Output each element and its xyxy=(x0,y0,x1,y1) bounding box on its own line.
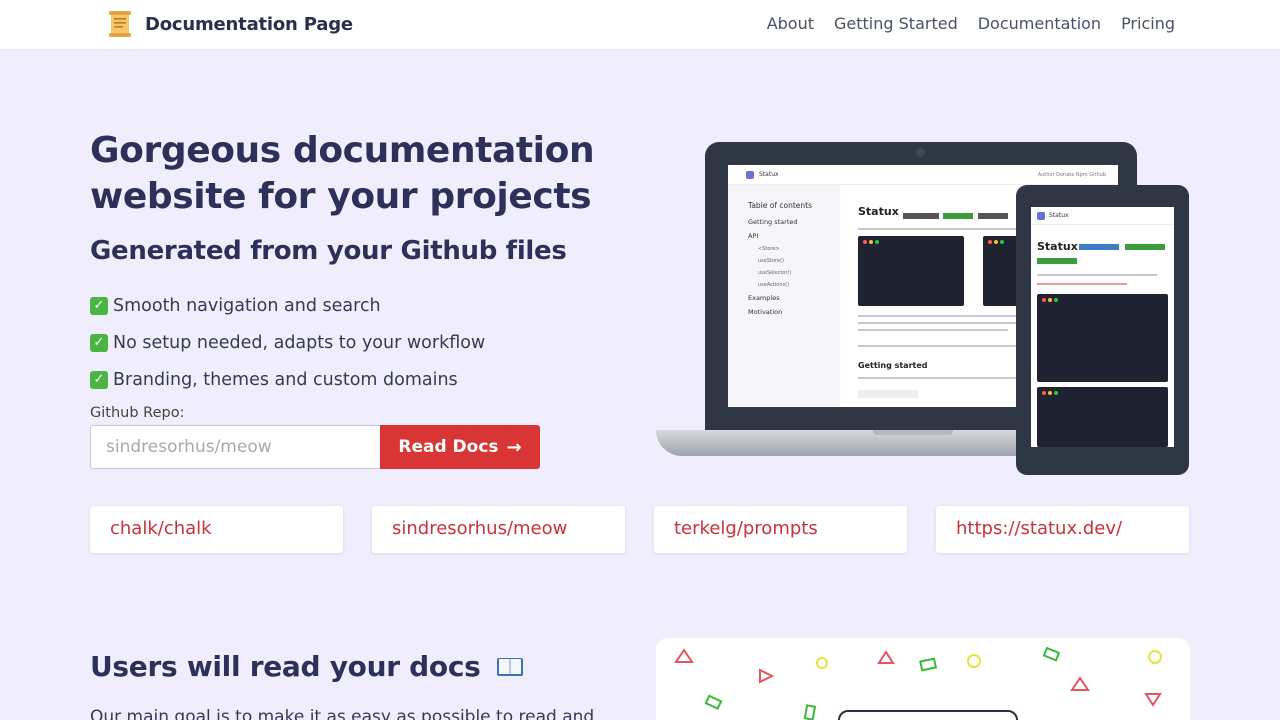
mock-text-line xyxy=(1037,274,1157,276)
mock-badge xyxy=(978,213,1008,219)
mock-toc-item: Examples xyxy=(748,294,780,302)
section-text: Our main goal is to make it as easy as p… xyxy=(90,707,595,720)
feature-text: Branding, themes and custom domains xyxy=(113,369,458,390)
nav-link-pricing[interactable]: Pricing xyxy=(1121,14,1175,33)
example-repos: chalk/chalk sindresorhus/meow terkelg/pr… xyxy=(90,506,1189,553)
mock-badge xyxy=(1079,244,1119,250)
mock-toc-item: Getting started xyxy=(748,218,798,226)
example-repo-link[interactable]: terkelg/prompts xyxy=(654,506,907,553)
mock-text-line xyxy=(1037,283,1127,285)
arrow-right-icon: → xyxy=(506,436,522,458)
brand-name: Documentation Page xyxy=(145,13,353,35)
confetti-shapes xyxy=(674,646,1162,720)
mock-nav-links: Author Donate Npm Github xyxy=(1037,171,1106,178)
repo-label: Github Repo: xyxy=(90,405,185,421)
feature-list: ✓ Smooth navigation and search ✓ No setu… xyxy=(90,287,485,398)
hero-subtitle: Generated from your Github files xyxy=(90,236,567,266)
confetti-illustration xyxy=(656,638,1190,720)
mock-badge xyxy=(1037,258,1077,264)
mock-toc-sub: useActions() xyxy=(758,282,790,288)
nav-link-getting-started[interactable]: Getting Started xyxy=(834,14,958,33)
mock-toc-sub: <Store> xyxy=(758,246,780,252)
mock-topbar: Statux Author Donate Npm Github xyxy=(728,165,1118,185)
feature-item: ✓ No setup needed, adapts to your workfl… xyxy=(90,324,485,361)
repo-input[interactable] xyxy=(90,425,381,469)
mock-code-inline xyxy=(858,390,918,398)
check-mark-icon: ✓ xyxy=(90,370,108,389)
top-nav: Documentation Page About Getting Started… xyxy=(0,0,1280,50)
mock-logo-icon xyxy=(1037,212,1045,220)
read-docs-label: Read Docs xyxy=(398,437,499,457)
example-repo-link[interactable]: https://statux.dev/ xyxy=(936,506,1189,553)
mock-site-name: Statux xyxy=(1049,212,1069,219)
mock-heading: Statux xyxy=(858,205,899,218)
example-repo-link[interactable]: sindresorhus/meow xyxy=(372,506,625,553)
mock-section-title: Getting started xyxy=(858,361,928,370)
check-mark-icon: ✓ xyxy=(90,333,108,352)
feature-item: ✓ Smooth navigation and search xyxy=(90,287,485,324)
illustration-frame xyxy=(838,710,1018,720)
read-docs-button[interactable]: Read Docs → xyxy=(380,425,540,469)
phone-display: Statux Statux xyxy=(1031,207,1174,447)
mock-code-block xyxy=(858,236,964,306)
section-title-text: Users will read your docs xyxy=(90,650,481,683)
nav-link-about[interactable]: About xyxy=(767,14,814,33)
mock-badge xyxy=(1125,244,1165,250)
check-mark-icon: ✓ xyxy=(90,296,108,315)
feature-text: No setup needed, adapts to your workflow xyxy=(113,332,486,353)
nav-link-documentation[interactable]: Documentation xyxy=(978,14,1101,33)
feature-item: ✓ Branding, themes and custom domains xyxy=(90,361,485,398)
mock-code-block xyxy=(1037,294,1168,382)
mock-toc: Table of contents Getting started API <S… xyxy=(728,185,840,407)
scroll-icon xyxy=(109,11,131,37)
laptop-notch xyxy=(873,430,953,435)
mock-logo-icon xyxy=(746,170,754,179)
mock-toc-sub: useSelector() xyxy=(758,270,792,276)
nav-links: About Getting Started Documentation Pric… xyxy=(747,14,1175,33)
mock-toc-item: Motivation xyxy=(748,308,783,316)
laptop-camera xyxy=(916,148,925,157)
mock-badge xyxy=(943,213,973,219)
mock-site-name: Statux xyxy=(759,171,779,178)
hero-title: Gorgeous documentation website for your … xyxy=(90,130,595,217)
brand[interactable]: Documentation Page xyxy=(104,8,353,40)
example-repo-link[interactable]: chalk/chalk xyxy=(90,506,343,553)
open-book-icon xyxy=(496,658,523,676)
section-title: Users will read your docs xyxy=(90,650,524,683)
mock-code-block xyxy=(1037,387,1168,447)
mock-heading: Statux xyxy=(1037,240,1078,253)
mock-badge xyxy=(903,213,939,219)
mock-toc-sub: useStore() xyxy=(758,258,784,264)
mock-toc-title: Table of contents xyxy=(748,201,813,210)
feature-text: Smooth navigation and search xyxy=(113,295,381,316)
mock-toc-item: API xyxy=(748,232,759,240)
mock-text-line xyxy=(858,329,1008,331)
phone-mockup: Statux Statux xyxy=(1016,185,1189,475)
